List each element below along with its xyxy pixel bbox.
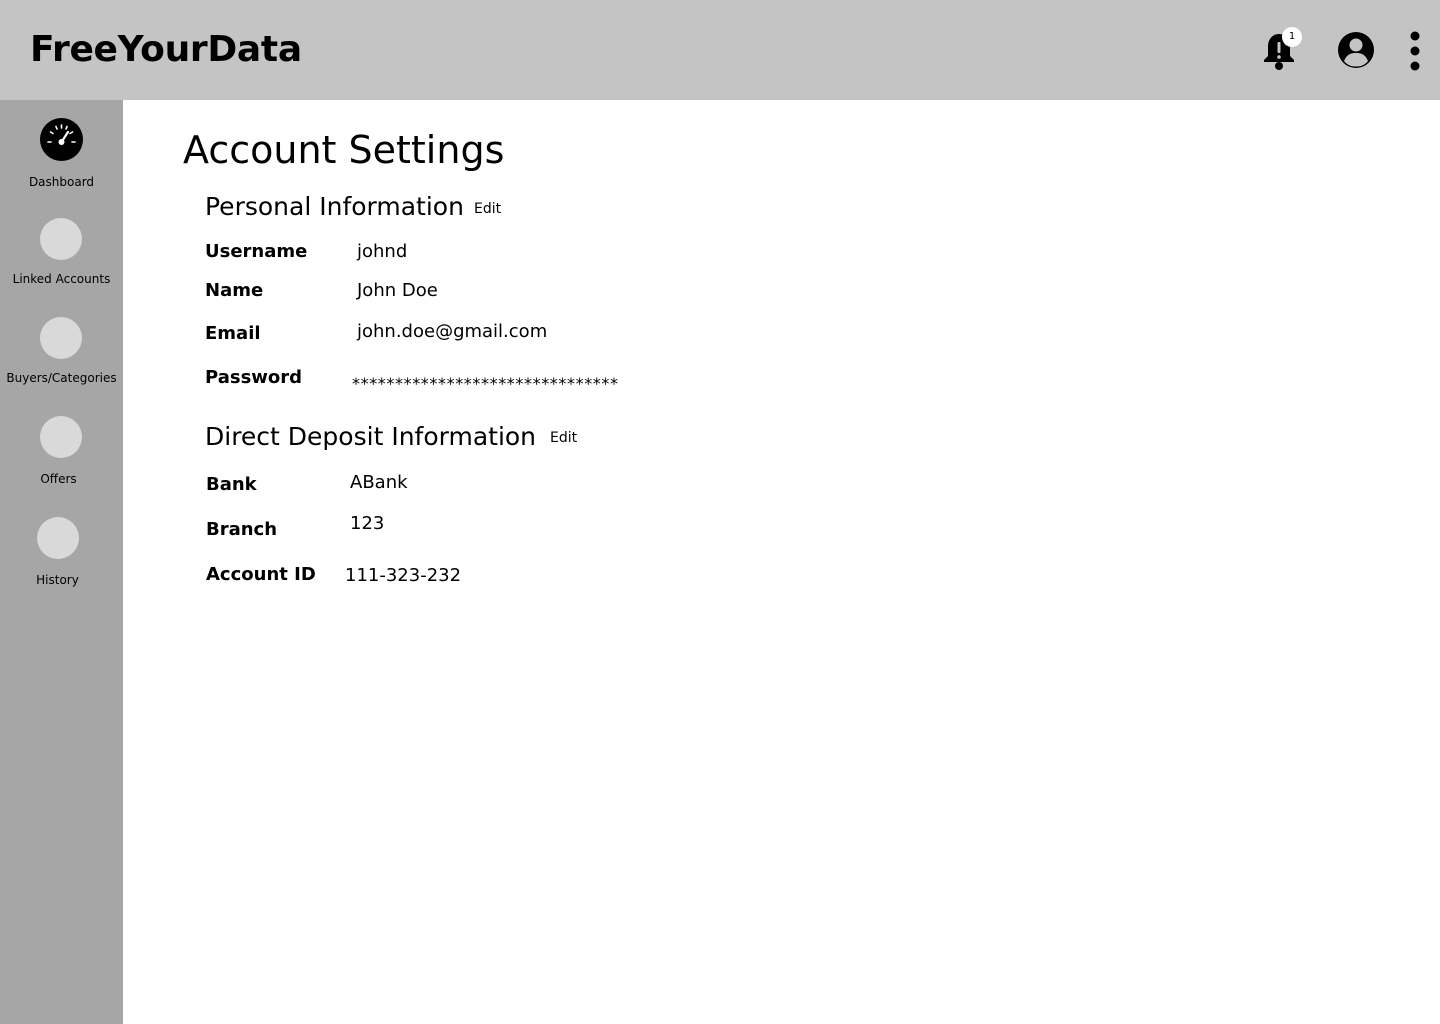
kebab-menu-icon[interactable] [1404, 31, 1426, 71]
name-label: Name [205, 280, 264, 301]
password-value: ******************************* [352, 374, 619, 393]
username-value: johnd [357, 241, 408, 262]
username-label: Username [205, 241, 308, 262]
account-id-value: 111-323-232 [345, 565, 462, 586]
password-label: Password [205, 367, 303, 388]
personal-info-heading: Personal Information [205, 192, 464, 221]
email-value: john.doe@gmail.com [357, 321, 548, 342]
name-value: John Doe [357, 280, 438, 301]
sidebar-item-label: Buyers/Categories [6, 371, 117, 385]
placeholder-circle-icon [40, 416, 82, 458]
account-id-label: Account ID [206, 564, 316, 585]
sidebar-item-dashboard[interactable]: Dashboard [0, 118, 123, 192]
branch-label: Branch [206, 519, 278, 540]
top-header: FreeYourData 1 [0, 0, 1440, 100]
placeholder-circle-icon [40, 317, 82, 359]
notification-badge: 1 [1282, 27, 1302, 47]
personal-info-edit-button[interactable]: Edit [474, 200, 501, 218]
direct-deposit-heading: Direct Deposit Information [205, 422, 537, 451]
sidebar-item-label: Offers [40, 472, 77, 486]
page-title: Account Settings [183, 128, 505, 172]
sidebar-item-label: Dashboard [28, 175, 95, 189]
sidebar-item-buyers-categories[interactable]: Buyers/Categories [0, 317, 123, 389]
sidebar-item-linked-accounts[interactable]: Linked Accounts [0, 218, 123, 290]
sidebar-nav: Dashboard Linked Accounts Buyers/Categor… [0, 100, 123, 1024]
account-circle-icon[interactable] [1337, 31, 1375, 69]
placeholder-circle-icon [37, 517, 79, 559]
email-label: Email [205, 323, 261, 344]
bank-label: Bank [206, 474, 257, 495]
direct-deposit-edit-button[interactable]: Edit [550, 429, 577, 447]
sidebar-item-label: Linked Accounts [12, 272, 111, 286]
branch-value: 123 [350, 513, 385, 534]
main-content [123, 100, 1440, 1024]
sidebar-item-history[interactable]: History [0, 517, 123, 591]
sidebar-item-offers[interactable]: Offers [0, 416, 123, 490]
placeholder-circle-icon [40, 218, 82, 260]
sidebar-item-label: History [36, 573, 79, 587]
app-title[interactable]: FreeYourData [30, 26, 302, 74]
speedometer-icon [40, 118, 83, 161]
bank-value: ABank [350, 472, 408, 493]
